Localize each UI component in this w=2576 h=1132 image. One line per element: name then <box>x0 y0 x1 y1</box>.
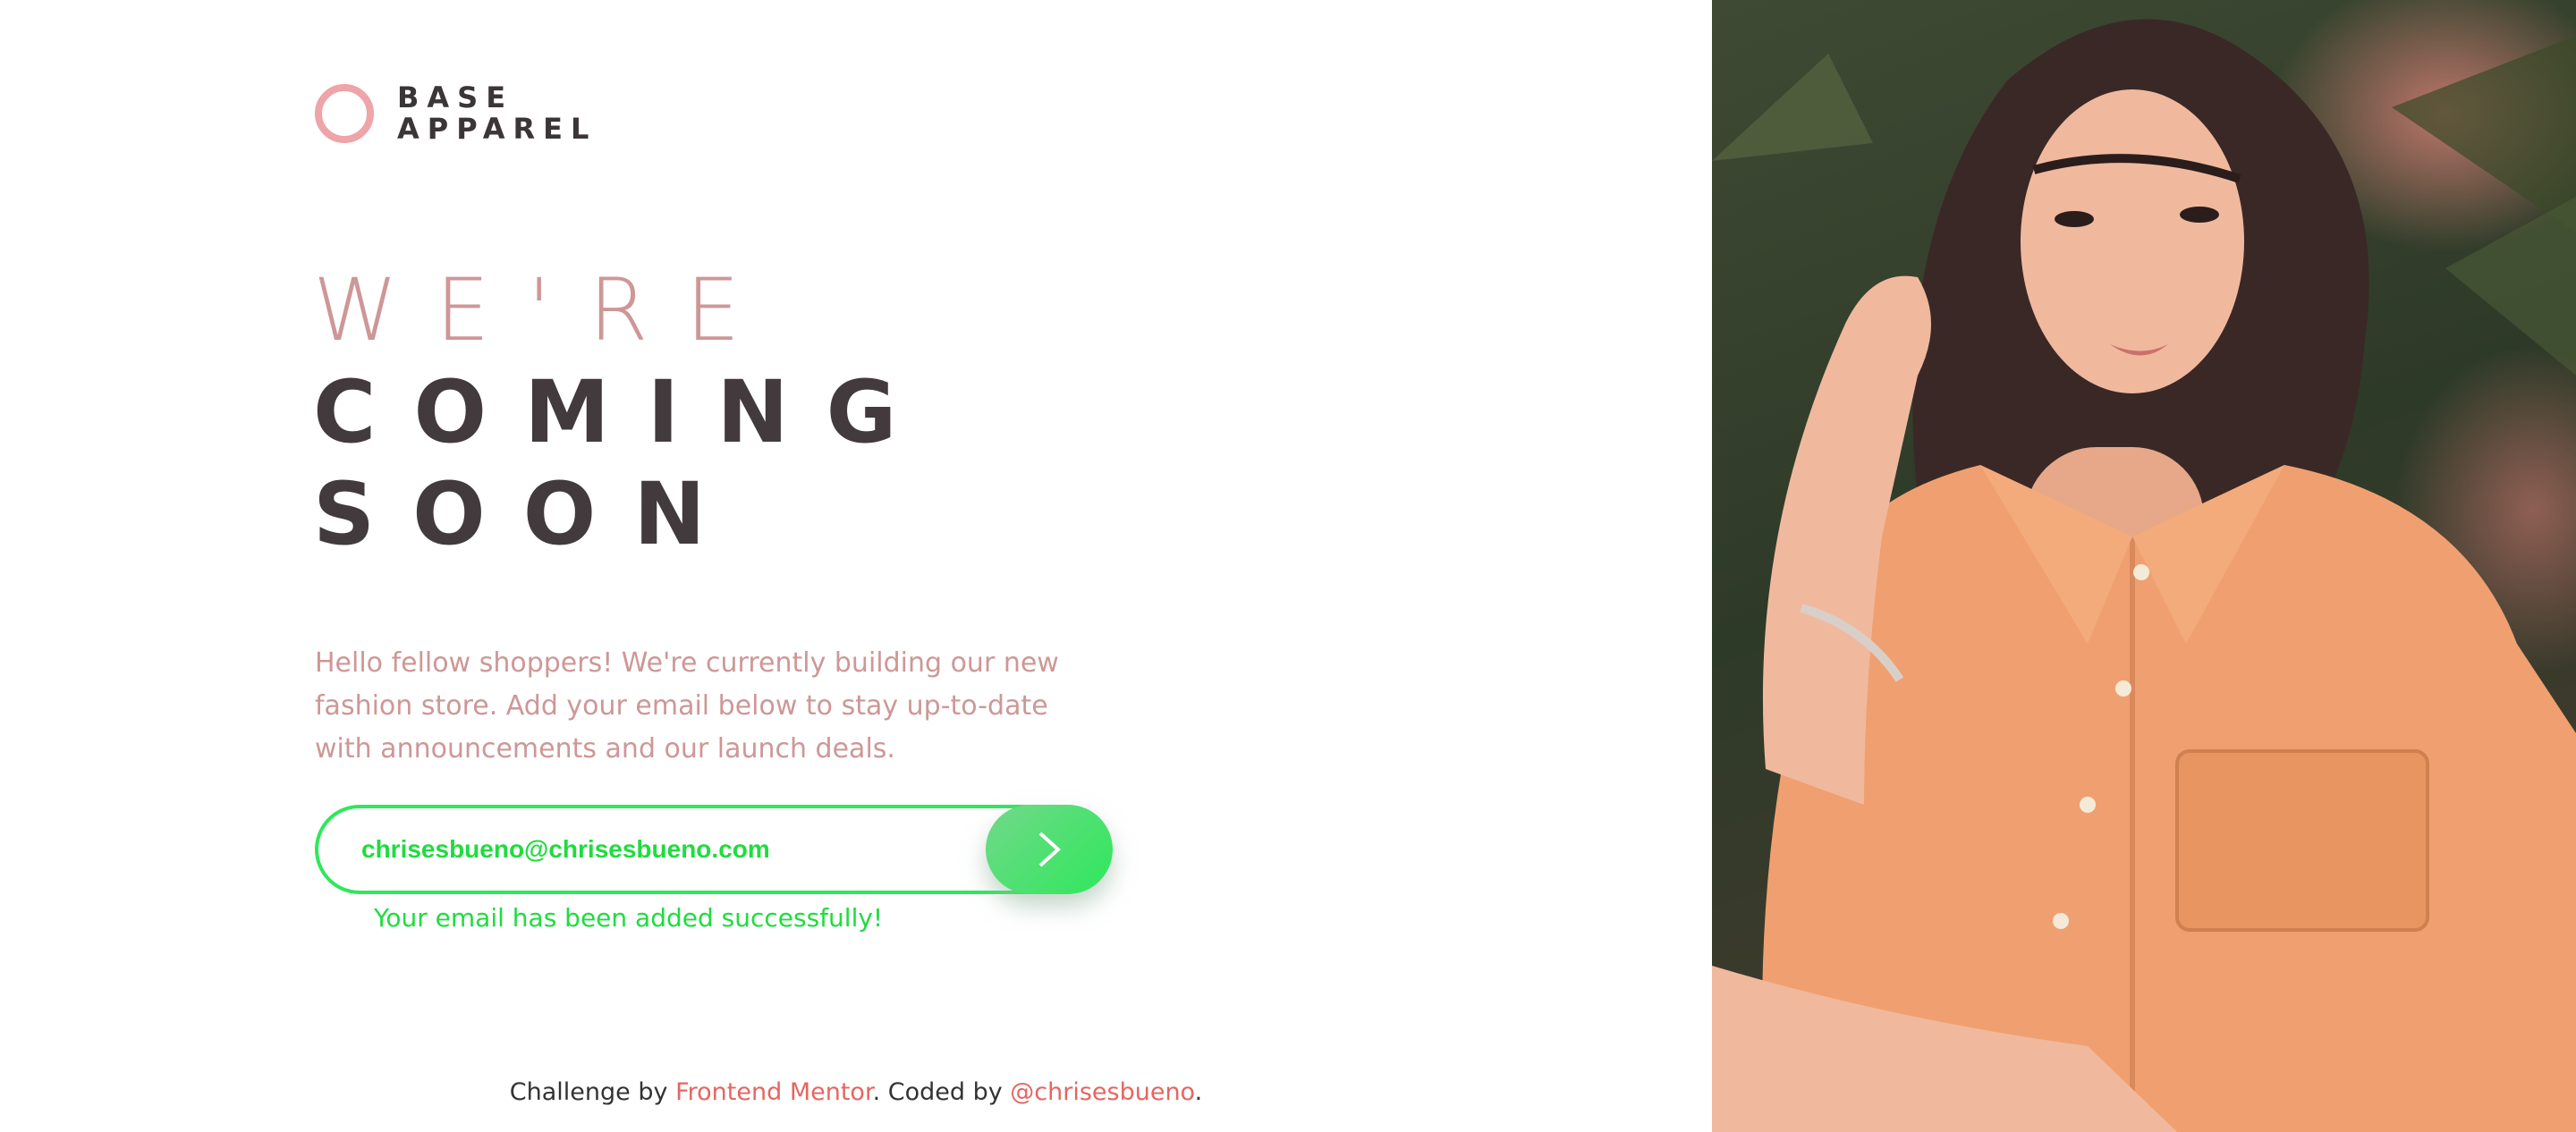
footer-prefix: Challenge by <box>509 1078 676 1106</box>
hero-line-3: SOON <box>313 464 743 564</box>
frontend-mentor-link[interactable]: Frontend Mentor <box>675 1078 872 1106</box>
hero-photo <box>1712 0 2576 1132</box>
author-link[interactable]: @chrisesbueno <box>1010 1078 1194 1106</box>
footer-middle: . Coded by <box>872 1078 1011 1106</box>
email-form <box>315 805 1113 894</box>
content-panel: BASE APPAREL WE'RE COMING SOON Hello fel… <box>0 0 1712 1132</box>
brand-name: BASE APPAREL <box>397 82 597 145</box>
footer-suffix: . <box>1194 1078 1203 1106</box>
success-message: Your email has been added successfully! <box>374 903 884 933</box>
hero-line-1: WE'RE <box>313 260 778 360</box>
brand-logo: BASE APPAREL <box>315 82 597 145</box>
brand-line-2: APPAREL <box>397 112 597 146</box>
chevron-right-icon <box>1038 832 1061 867</box>
footer-attribution: Challenge by Frontend Mentor. Coded by @… <box>0 1078 1712 1106</box>
intro-paragraph: Hello fellow shoppers! We're currently b… <box>315 647 1059 765</box>
logo-ring-icon <box>315 84 374 143</box>
submit-button[interactable] <box>986 805 1113 894</box>
model-illustration <box>1712 19 2576 1132</box>
brand-line-1: BASE <box>397 80 514 114</box>
hero-heading: WE'RE COMING SOON <box>313 259 934 565</box>
hero-line-2: COMING <box>313 362 935 462</box>
